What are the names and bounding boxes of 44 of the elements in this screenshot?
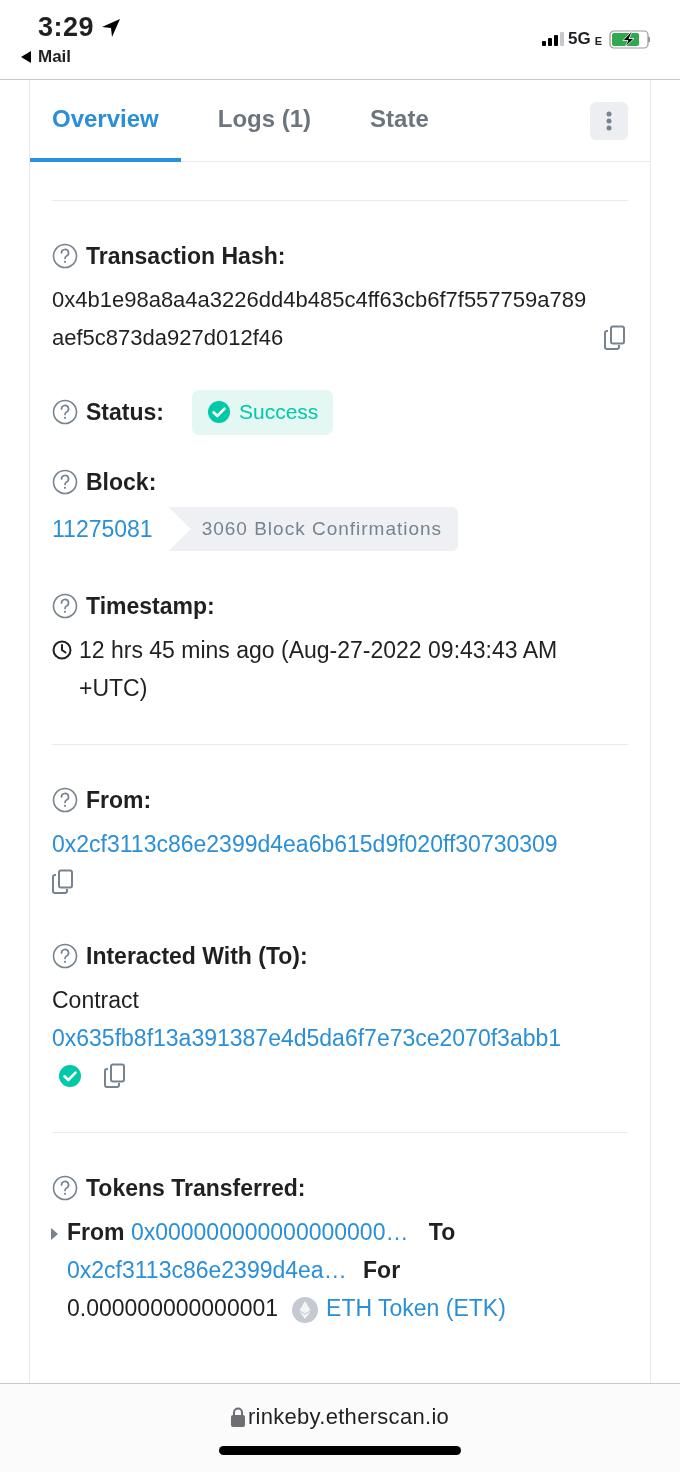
contract-label: Contract bbox=[52, 986, 140, 1015]
kebab-icon bbox=[606, 110, 612, 131]
location-arrow-icon bbox=[100, 16, 123, 39]
sender-link[interactable]: 0x000000000000000000… bbox=[130, 1219, 409, 1245]
for-label: For bbox=[363, 1257, 401, 1283]
status-badge: Success bbox=[191, 389, 334, 435]
to-label: To bbox=[428, 1219, 456, 1245]
transaction-hash: 0x4b1e98a8a4a3226dd4b485c4ff63cb6f7f557759a789aef5c873da927d012f46 bbox=[52, 286, 588, 352]
tab[interactable]: State bbox=[348, 80, 451, 162]
network-label: 5G bbox=[567, 29, 591, 49]
field-label: Tokens Transferred: bbox=[86, 1174, 306, 1202]
page-url[interactable]: rinkeby.etherscan.io bbox=[247, 1404, 450, 1430]
help-icon[interactable] bbox=[52, 399, 78, 425]
tab[interactable]: Overview bbox=[30, 80, 181, 162]
confirmations-tag: 3060 Block Confirmations bbox=[168, 507, 459, 551]
field-label: Transaction Hash: bbox=[86, 242, 286, 270]
battery-icon bbox=[609, 29, 652, 49]
field-label: Interacted With (To): bbox=[86, 942, 308, 970]
help-icon[interactable] bbox=[52, 593, 78, 619]
signal-icon bbox=[541, 32, 564, 46]
contract-link[interactable]: 0x635fb8f13a391387e4d5da6f7e73ce2070f3abb1 bbox=[52, 1025, 562, 1051]
timestamp-text: 12 hrs 45 mins ago (Aug-27-2022 09:43:43 AM +UTC) bbox=[79, 636, 559, 703]
network-suffix: E bbox=[594, 34, 602, 47]
token-link[interactable]: ETH Token (ETK) bbox=[326, 1295, 506, 1321]
check-circle-icon bbox=[206, 400, 231, 424]
more-options-button[interactable] bbox=[590, 101, 628, 140]
help-icon[interactable] bbox=[52, 243, 78, 269]
copy-icon[interactable] bbox=[604, 325, 626, 351]
help-icon[interactable] bbox=[52, 469, 78, 495]
field-label: Status: bbox=[86, 398, 164, 426]
field-label: Timestamp: bbox=[86, 592, 215, 620]
back-link[interactable]: Mail bbox=[38, 47, 72, 67]
from-label: From bbox=[67, 1219, 125, 1245]
address-link[interactable]: 0x2cf3113c86e2399d4ea6b615d9f020ff30730309 bbox=[52, 831, 558, 857]
field-label: Block: bbox=[86, 468, 157, 496]
recipient-link[interactable]: 0x2cf3113c86e2399d4ea… bbox=[67, 1257, 347, 1283]
clock-time: 3:29 bbox=[38, 12, 95, 43]
tab[interactable]: Logs (1) bbox=[195, 80, 334, 162]
token-amount: 0.000000000000001 bbox=[67, 1295, 279, 1321]
block-link[interactable]: 11275081 bbox=[52, 510, 153, 548]
clock-icon bbox=[52, 640, 72, 660]
lock-icon bbox=[230, 1407, 245, 1427]
back-triangle-icon[interactable] bbox=[20, 50, 32, 64]
field-label: From: bbox=[86, 786, 152, 814]
